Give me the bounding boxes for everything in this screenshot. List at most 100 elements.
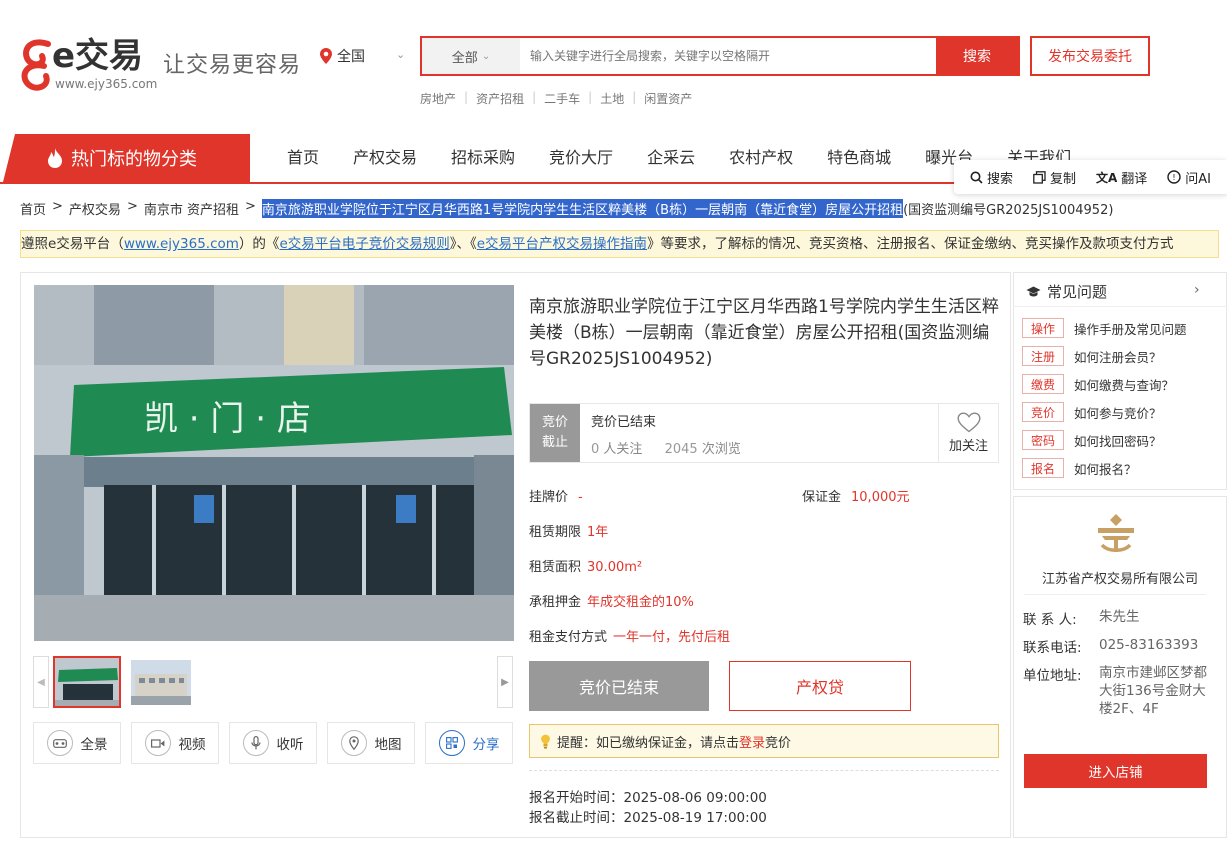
listen-label: 收听: [276, 737, 304, 753]
logo-url: www.ejy365.com: [55, 77, 158, 91]
lease-term-field: 租赁期限 1年: [529, 521, 608, 540]
search-bar: 全部 ⌄ 搜索: [420, 36, 1020, 76]
breadcrumb-category[interactable]: 南京市 资产招租: [144, 199, 239, 218]
thumbnail-next-button[interactable]: ▶: [497, 656, 513, 708]
thumbnail-1-selected[interactable]: [53, 656, 121, 708]
payment-value: 一年一付，先付后租: [613, 630, 731, 645]
nav-item-rural[interactable]: 农村产权: [712, 134, 810, 182]
deposit-reminder: 提醒：如已缴纳保证金，请点击登录竞价: [529, 724, 999, 758]
quick-link[interactable]: 闲置资产: [644, 90, 692, 107]
status-box: 竞价 截止 竞价已结束 0 人关注 2045 次浏览 加关注: [529, 403, 999, 463]
share-label: 分享: [472, 737, 500, 753]
panorama-label: 全景: [80, 737, 108, 753]
field-label: 保证金: [802, 490, 842, 505]
dashed-divider: [529, 770, 999, 771]
views-count: 2045: [664, 442, 698, 457]
panorama-button[interactable]: 全景: [33, 722, 121, 764]
nav-item-procurement[interactable]: 企采云: [630, 134, 712, 182]
faq-text: 操作手册及常见问题: [1074, 321, 1187, 337]
faq-item[interactable]: 报名 如何报名？: [1022, 458, 1137, 478]
signup-end-time: 报名截止时间：2025-08-19 17:00:00: [529, 810, 767, 826]
bidding-ended-button[interactable]: 竞价已结束: [529, 661, 709, 711]
faq-item[interactable]: 密码 如何找回密码？: [1022, 430, 1162, 450]
deposit-value: 10,000元: [851, 490, 910, 505]
listing-main-photo[interactable]: 凯 · 门 · 店: [34, 285, 514, 641]
nav-item-tender[interactable]: 招标采购: [434, 134, 532, 182]
search-button[interactable]: 搜索: [936, 38, 1018, 74]
float-translate-button[interactable]: 文A 翻译: [1096, 168, 1147, 187]
share-button[interactable]: 分享: [425, 722, 513, 764]
logo-text[interactable]: e交易: [52, 36, 143, 76]
org-field-label: 联 系 人:: [1023, 612, 1077, 628]
translate-icon: 文A: [1095, 170, 1118, 185]
property-loan-button[interactable]: 产权贷: [729, 661, 911, 711]
notice-text: ）的《: [238, 236, 280, 252]
notice-link-guide[interactable]: e交易平台产权交易操作指南: [477, 236, 647, 252]
thumbnail-2[interactable]: [131, 660, 191, 705]
search-input[interactable]: [520, 38, 936, 74]
search-icon: [970, 171, 983, 184]
vr-glasses-icon: [46, 730, 73, 756]
breadcrumb-property[interactable]: 产权交易: [69, 199, 121, 218]
chevron-down-icon: ⌄: [481, 50, 491, 62]
deposit-field: 保证金 10,000元: [802, 486, 910, 505]
follow-button[interactable]: 加关注: [938, 404, 998, 462]
faq-item[interactable]: 缴费 如何缴费与查询？: [1022, 374, 1174, 394]
slogan: 让交易更容易: [163, 53, 302, 78]
quick-link[interactable]: 土地: [600, 90, 624, 107]
lightbulb-icon: [541, 734, 550, 748]
float-search-label: 搜索: [986, 171, 1013, 187]
follow-label: 加关注: [948, 439, 988, 454]
listing-price-value: -: [578, 490, 583, 505]
faq-item[interactable]: 操作 操作手册及常见问题: [1022, 318, 1187, 338]
map-label: 地图: [374, 737, 402, 753]
thumbnail-prev-button[interactable]: ◀: [33, 656, 49, 708]
nav-item-bidding-hall[interactable]: 竞价大厅: [532, 134, 630, 182]
map-button[interactable]: 地图: [327, 722, 415, 764]
svg-text:!: !: [1173, 173, 1176, 182]
search-category-dropdown[interactable]: 全部 ⌄: [422, 38, 520, 74]
breadcrumb-home[interactable]: 首页: [20, 199, 46, 218]
faq-item[interactable]: 竞价 如何参与竞价？: [1022, 402, 1162, 422]
notice-link-site[interactable]: www.ejy365.com: [124, 236, 239, 252]
quick-link[interactable]: 资产招租: [476, 90, 524, 107]
payment-field: 租金支付方式 一年一付，先付后租: [529, 626, 730, 645]
location-chevron-down-icon[interactable]: ⌄: [396, 48, 405, 61]
quick-link[interactable]: 二手车: [544, 90, 580, 107]
logo-mark-icon[interactable]: [20, 38, 54, 94]
hot-category-tab[interactable]: 热门标的物分类: [3, 134, 250, 182]
quick-link[interactable]: 房地产: [420, 90, 456, 107]
field-label: 挂牌价: [529, 490, 569, 505]
float-search-button[interactable]: 搜索: [970, 168, 1013, 187]
faq-header[interactable]: 常见问题: [1026, 281, 1206, 302]
storefront-photo-illustration: 凯 · 门 · 店: [34, 285, 514, 641]
org-contact: 联 系 人: 朱先生: [1023, 608, 1140, 628]
faq-text: 如何找回密码？: [1074, 433, 1162, 449]
org-divider: [1024, 594, 1206, 595]
publish-button[interactable]: 发布交易委托: [1030, 36, 1150, 76]
listen-button[interactable]: 收听: [229, 722, 317, 764]
status-tag-line: 截止: [541, 435, 568, 450]
nav-item-property[interactable]: 产权交易: [336, 134, 434, 182]
faq-text: 如何缴费与查询？: [1074, 377, 1175, 393]
signup-start-time: 报名开始时间：2025-08-06 09:00:00: [529, 790, 767, 806]
float-ask-ai-button[interactable]: ! 问AI: [1167, 168, 1211, 187]
notice-link-rules[interactable]: e交易平台电子竞价交易规则: [279, 236, 449, 252]
video-button[interactable]: 视频: [131, 722, 219, 764]
enter-shop-button[interactable]: 进入店铺: [1024, 754, 1207, 788]
nav-item-home[interactable]: 首页: [270, 134, 336, 182]
lease-term-value: 1年: [587, 525, 609, 540]
graduation-cap-icon: [1026, 286, 1041, 296]
listing-title: 南京旅游职业学院位于江宁区月华西路1号学院内学生生活区粹美楼（B栋）一层朝南（靠…: [529, 297, 999, 369]
faq-item[interactable]: 注册 如何注册会员？: [1022, 346, 1162, 366]
float-copy-button[interactable]: 复制: [1033, 168, 1076, 187]
org-phone: 联系电话: 025-83163393: [1023, 636, 1198, 656]
float-copy-label: 复制: [1049, 171, 1076, 187]
listing-price-field: 挂牌价 -: [529, 486, 583, 505]
location-selector[interactable]: 全国: [320, 46, 365, 66]
chevron-right-icon[interactable]: ›: [1194, 282, 1200, 298]
reminder-login-link[interactable]: 登录: [739, 736, 765, 751]
thumbnail-storefront: [55, 658, 119, 706]
store-sign-text: 凯 · 门 · 店: [144, 399, 311, 439]
nav-item-mall[interactable]: 特色商城: [810, 134, 908, 182]
